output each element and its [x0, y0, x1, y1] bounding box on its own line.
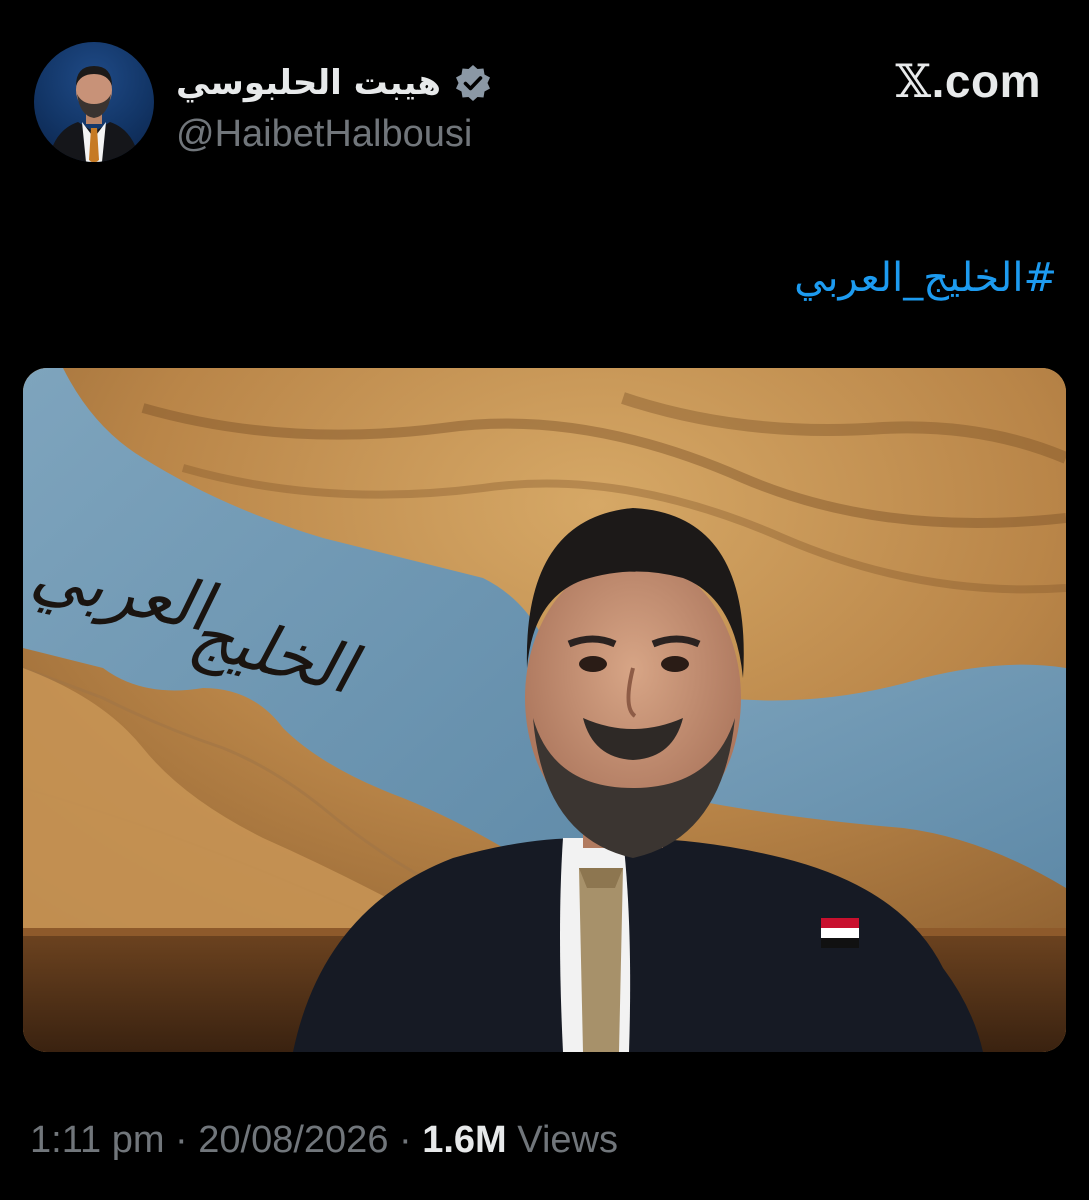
- verified-badge-icon: [456, 65, 490, 101]
- x-logo-text: .com: [931, 55, 1041, 107]
- views-count: 1.6M: [422, 1119, 507, 1161]
- author-handle[interactable]: @HaibetHalbousi: [176, 113, 472, 156]
- x-logo-icon: 𝕏: [895, 54, 932, 108]
- author-name-row[interactable]: هيبت الحلبوسي: [176, 58, 493, 108]
- avatar-portrait: [48, 66, 140, 162]
- post-meta: 1:11 pm · 20/08/2026 · 1.6M Views: [30, 1118, 618, 1164]
- meta-separator: ·: [399, 1119, 412, 1161]
- author-display-name[interactable]: هيبت الحلبوسي: [176, 66, 441, 100]
- map-portrait-illustration: [23, 368, 1066, 1052]
- post-image[interactable]: [23, 368, 1066, 1052]
- post-card: هيبت الحلبوسي @HaibetHalbousi 𝕏.com #الخ…: [0, 0, 1089, 1200]
- hashtag-link[interactable]: #الخليج_العربي: [794, 254, 1057, 302]
- post-time[interactable]: 1:11 pm: [30, 1119, 164, 1161]
- post-date[interactable]: 20/08/2026: [198, 1119, 388, 1161]
- x-logo: 𝕏.com: [895, 54, 1041, 108]
- views-label: Views: [517, 1119, 618, 1161]
- meta-separator: ·: [175, 1119, 188, 1161]
- avatar[interactable]: [34, 42, 154, 162]
